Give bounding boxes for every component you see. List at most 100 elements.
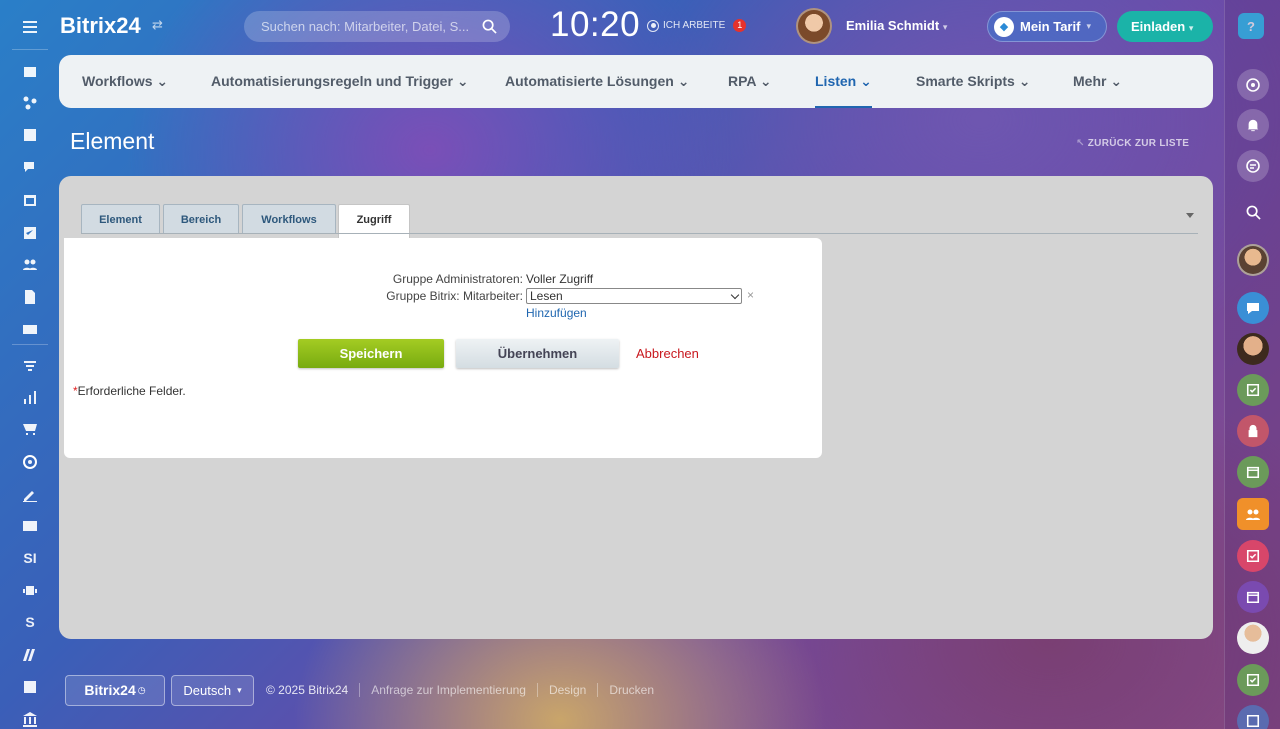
contact-avatar[interactable] bbox=[1237, 622, 1269, 654]
cancel-button[interactable]: Abbrechen bbox=[636, 346, 699, 361]
user-avatar[interactable] bbox=[796, 8, 832, 44]
chevron-down-icon bbox=[730, 290, 740, 300]
calendar-icon[interactable] bbox=[18, 189, 42, 211]
user-name: Emilia Schmidt bbox=[846, 18, 940, 33]
network-icon[interactable] bbox=[18, 92, 42, 114]
clock[interactable]: 10:20 bbox=[550, 5, 640, 45]
target-icon[interactable] bbox=[18, 451, 42, 473]
work-status[interactable]: ICH ARBEITE 1 bbox=[647, 19, 747, 32]
tab-bereich[interactable]: Bereich bbox=[163, 204, 239, 234]
nav-label: Automatisierte Lösungen bbox=[505, 73, 674, 89]
sidebar-text-item-si[interactable]: SI bbox=[18, 547, 42, 569]
calendar-icon[interactable] bbox=[1237, 581, 1269, 613]
nav-item-workflows[interactable]: Workflows ⌄ bbox=[82, 55, 168, 108]
chevron-down-icon: ▾ bbox=[1086, 21, 1091, 31]
home-icon[interactable] bbox=[18, 60, 42, 82]
nav-item-rpa[interactable]: RPA ⌄ bbox=[728, 55, 772, 108]
record-icon bbox=[647, 19, 659, 32]
calendar-icon[interactable] bbox=[1237, 456, 1269, 488]
search-icon[interactable] bbox=[1237, 196, 1269, 228]
checklist-icon[interactable] bbox=[18, 676, 42, 698]
brand-m-icon[interactable] bbox=[18, 644, 42, 666]
language-select[interactable]: Deutsch ▾ bbox=[171, 674, 254, 706]
permission-select-value: Lesen bbox=[530, 289, 563, 303]
nav-item-smart-scripts[interactable]: Smarte Skripts ⌄ bbox=[916, 55, 1030, 108]
contact-avatar[interactable] bbox=[1237, 244, 1269, 276]
apply-button[interactable]: Übernehmen bbox=[456, 339, 619, 368]
right-sidebar bbox=[1224, 0, 1280, 729]
chat-icon[interactable] bbox=[18, 156, 42, 178]
remove-permission-icon[interactable]: × bbox=[747, 288, 754, 302]
nav-label: Listen bbox=[815, 73, 857, 89]
switch-icon[interactable]: ⇄ bbox=[152, 17, 163, 33]
group-icon[interactable] bbox=[18, 254, 42, 276]
chevron-down-icon: ⌄ bbox=[1110, 73, 1123, 89]
feed-icon[interactable] bbox=[18, 124, 42, 146]
task-icon[interactable] bbox=[1237, 540, 1269, 572]
language-label: Deutsch bbox=[183, 682, 232, 698]
group-icon[interactable] bbox=[1237, 498, 1269, 530]
save-button[interactable]: Speichern bbox=[298, 339, 444, 368]
required-note: *Erforderliche Felder. bbox=[73, 384, 186, 398]
clock-icon: ◷ bbox=[137, 684, 146, 695]
footer-logo[interactable]: Bitrix24 ◷ bbox=[65, 674, 165, 706]
chevron-down-icon: ⌄ bbox=[156, 73, 169, 89]
nav-item-automated-solutions[interactable]: Automatisierte Lösungen ⌄ bbox=[505, 55, 689, 108]
tarif-label: Mein Tarif bbox=[1020, 19, 1081, 34]
task-icon[interactable] bbox=[1237, 374, 1269, 406]
lock-icon[interactable] bbox=[1237, 415, 1269, 447]
tab-divider bbox=[81, 233, 1198, 234]
cart-icon[interactable] bbox=[18, 418, 42, 440]
chevron-down-icon: ⌄ bbox=[759, 73, 772, 89]
search-icon[interactable] bbox=[482, 19, 497, 34]
footer-link-implementation[interactable]: Anfrage zur Implementierung bbox=[371, 683, 526, 697]
bank-icon[interactable] bbox=[18, 708, 42, 729]
bell-icon[interactable] bbox=[1237, 109, 1269, 141]
back-to-list-link[interactable]: ↖ ZURÜCK ZUR LISTE bbox=[1076, 138, 1189, 149]
app-logo[interactable]: Bitrix24 bbox=[60, 13, 141, 39]
messages-icon[interactable] bbox=[1237, 150, 1269, 182]
footer-link-design[interactable]: Design bbox=[549, 683, 586, 697]
robot-icon[interactable] bbox=[18, 579, 42, 601]
menu-icon[interactable] bbox=[18, 16, 42, 38]
tarif-button[interactable]: ◆ Mein Tarif ▾ bbox=[987, 11, 1107, 42]
footer-logo-text: Bitrix24 bbox=[84, 682, 136, 698]
footer: Bitrix24 ◷ Deutsch ▾ © 2025 Bitrix24 Anfra… bbox=[65, 674, 654, 706]
inbox-icon[interactable] bbox=[18, 318, 42, 340]
search-input[interactable]: Suchen nach: Mitarbeiter, Datei, S... bbox=[244, 11, 510, 42]
chat-bubble-icon[interactable] bbox=[1237, 292, 1269, 324]
filter-icon[interactable] bbox=[18, 354, 42, 376]
footer-divider bbox=[536, 683, 538, 697]
copyright: © 2025 Bitrix24 bbox=[266, 683, 349, 697]
nav-label: Workflows bbox=[82, 73, 153, 89]
nav-item-more[interactable]: Mehr ⌄ bbox=[1073, 55, 1122, 108]
footer-link-print[interactable]: Drucken bbox=[609, 683, 654, 697]
tasks-icon[interactable] bbox=[18, 222, 42, 244]
sidebar-text-item-s[interactable]: S bbox=[18, 611, 42, 633]
tab-element[interactable]: Element bbox=[81, 204, 160, 234]
nav-label: RPA bbox=[728, 73, 756, 89]
analytics-icon[interactable] bbox=[18, 386, 42, 408]
contact-avatar[interactable] bbox=[1237, 333, 1269, 365]
permission-select[interactable]: Lesen bbox=[526, 288, 742, 304]
task-icon[interactable] bbox=[1237, 705, 1269, 729]
user-menu[interactable]: Emilia Schmidt ▾ bbox=[846, 18, 947, 33]
task-icon[interactable] bbox=[1237, 664, 1269, 696]
chevron-down-icon: ▾ bbox=[942, 22, 948, 32]
add-permission-link[interactable]: Hinzufügen bbox=[526, 306, 587, 320]
admin-group-label: Gruppe Administratoren: bbox=[392, 272, 523, 286]
chevron-down-icon: ▾ bbox=[1188, 23, 1194, 33]
nav-item-lists[interactable]: Listen ⌄ bbox=[815, 55, 872, 108]
chevron-down-icon: ⌄ bbox=[860, 73, 872, 89]
nav-item-automation-rules[interactable]: Automatisierungsregeln und Trigger ⌄ bbox=[211, 55, 469, 108]
tab-workflows[interactable]: Workflows bbox=[242, 204, 336, 234]
docs-icon[interactable] bbox=[18, 286, 42, 308]
required-text: Erforderliche Felder. bbox=[77, 384, 186, 398]
chevron-down-icon[interactable] bbox=[1186, 213, 1194, 218]
sign-icon[interactable] bbox=[18, 483, 42, 505]
contact-card-icon[interactable] bbox=[18, 515, 42, 537]
compass-icon[interactable] bbox=[1237, 69, 1269, 101]
footer-divider bbox=[597, 683, 599, 697]
nav-label: Mehr bbox=[1073, 73, 1107, 89]
invite-button[interactable]: Einladen ▾ bbox=[1117, 11, 1213, 42]
